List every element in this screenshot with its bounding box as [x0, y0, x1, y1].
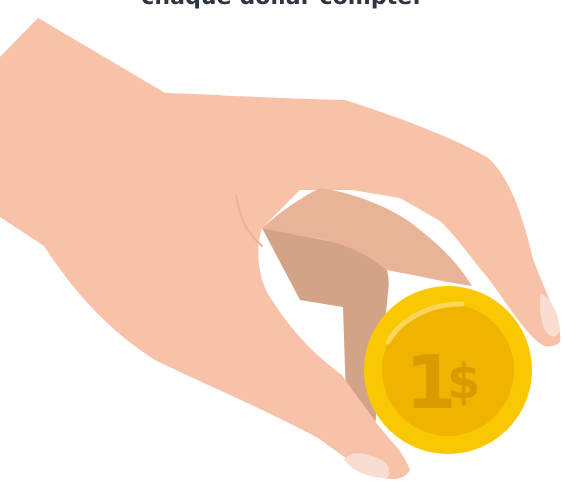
dollar-coin-icon: 1 $: [364, 286, 532, 454]
illustration-stage: chaque dollar compte. 1 $: [0, 0, 562, 481]
coin-dollar-sign: $: [447, 354, 480, 410]
hand-coin-illustration: 1 $: [0, 18, 561, 480]
